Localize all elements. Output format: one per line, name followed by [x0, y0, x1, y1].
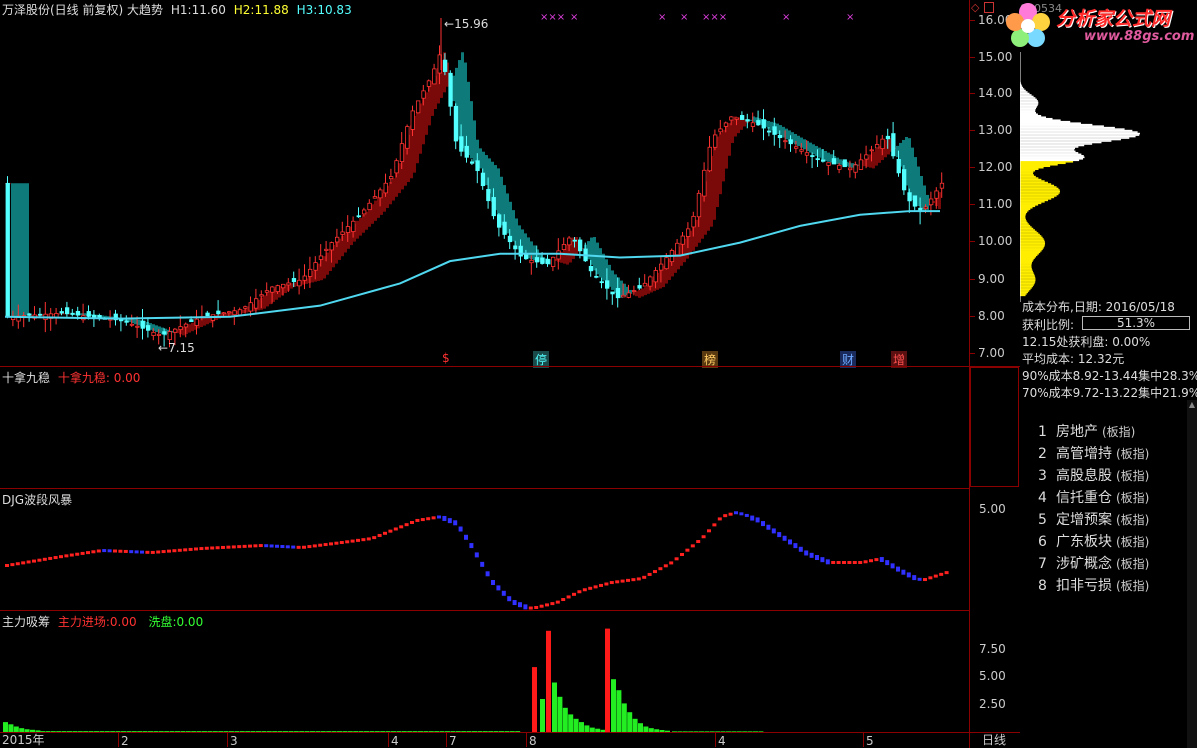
low-annotation: ←7.15: [158, 341, 195, 355]
panel4-tick-500: 5.00: [979, 669, 1006, 683]
profit-ratio-bar: 51.3%: [1082, 316, 1190, 330]
price-tick: 9.00: [978, 272, 1005, 286]
x-label-month-4: 4: [391, 734, 399, 748]
price-axis-line: [969, 0, 970, 366]
price-tick: 11.00: [978, 197, 1013, 211]
panel4-tick-250: 2.50: [979, 697, 1006, 711]
cost70-info: 70%成本9.72-13.22集中21.9%: [1022, 386, 1197, 400]
panel3-tick: 5.00: [979, 502, 1006, 516]
x-label-month-2: 2: [121, 734, 129, 748]
cost90-info: 90%成本8.92-13.44集中28.3%: [1022, 369, 1197, 383]
sector-item[interactable]: 5 定增预案 (板指): [1038, 509, 1149, 529]
x-label-year: 2015年: [2, 733, 45, 747]
price-tick: 8.00: [978, 309, 1005, 323]
watermark-title: 分析家公式网: [1056, 8, 1171, 30]
window-restore-icon[interactable]: [984, 2, 994, 13]
watermark-url: www.88gs.com: [1084, 29, 1195, 44]
main-force-chart[interactable]: [0, 611, 969, 732]
panel2-axis-box: [970, 367, 1019, 487]
profit-ratio-value: 51.3%: [1116, 316, 1156, 330]
high-annotation: ←15.96: [444, 17, 489, 31]
profit-ratio-label: 获利比例:: [1022, 318, 1075, 332]
sector-item[interactable]: 8 扣非亏损 (板指): [1038, 575, 1149, 595]
x-label-month-8: 8: [529, 734, 537, 748]
panel2-header: 十拿九稳 十拿九稳: 0.00: [2, 369, 140, 386]
panel-divider-1: [0, 366, 1020, 367]
scroll-up-icon[interactable]: ▲: [1187, 400, 1197, 409]
event-mark-dividend[interactable]: $: [442, 351, 450, 365]
sector-item[interactable]: 2 高管增持 (板指): [1038, 443, 1149, 463]
sector-item[interactable]: 7 涉矿概念 (板指): [1038, 553, 1149, 573]
panel2-value: 0.00: [113, 371, 141, 385]
panel2-title[interactable]: 十拿九稳: [2, 371, 50, 385]
period-label[interactable]: 日线: [982, 731, 1006, 748]
x-label-month-7: 7: [449, 734, 457, 748]
price-tick: 14.00: [978, 86, 1013, 100]
sector-item[interactable]: 1 房地产 (板指): [1038, 421, 1135, 441]
x-label-month-5: 5: [866, 734, 874, 748]
avg-cost-info: 平均成本: 12.32元: [1022, 352, 1125, 366]
flower-icon: [1006, 3, 1050, 47]
price-tick: 13.00: [978, 123, 1013, 137]
watermark-logo: 分析家公式网 www.88gs.com: [1000, 0, 1197, 56]
price-profit-info: 12.15处获利盘: 0.00%: [1022, 335, 1151, 349]
price-chart[interactable]: [0, 0, 970, 366]
chip-title: 成本分布,日期: 2016/05/18: [1022, 300, 1175, 314]
sector-item[interactable]: 4 信托重仓 (板指): [1038, 487, 1149, 507]
panel4-tick-750: 7.50: [979, 642, 1006, 656]
panel2-label: 十拿九稳:: [57, 371, 110, 385]
price-tick: 12.00: [978, 160, 1013, 174]
x-label-month-4b: 4: [718, 734, 726, 748]
scrollbar[interactable]: ▲: [1187, 400, 1197, 748]
wave-storm-chart[interactable]: [0, 489, 969, 610]
panel-divider-4: [0, 732, 1020, 733]
price-tick: 10.00: [978, 234, 1013, 248]
price-tick: 7.00: [978, 346, 1005, 360]
x-label-month-3: 3: [230, 734, 238, 748]
sector-item[interactable]: 3 高股息股 (板指): [1038, 465, 1149, 485]
sector-item[interactable]: 6 广东板块 (板指): [1038, 531, 1149, 551]
